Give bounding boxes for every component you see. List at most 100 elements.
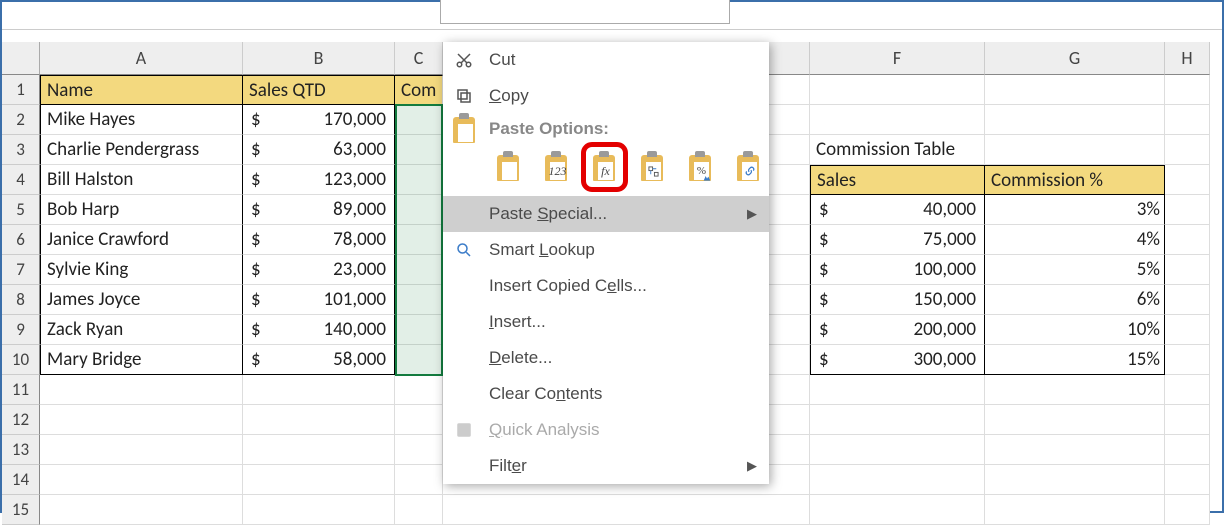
cell-B3[interactable]: $63,000 — [243, 135, 395, 165]
row-header-2[interactable]: 2 — [2, 105, 40, 135]
col-header-E-partial[interactable] — [769, 42, 810, 75]
cell-A10[interactable]: Mary Bridge — [40, 345, 243, 375]
cell-F15[interactable] — [810, 495, 985, 525]
cell-A15[interactable] — [40, 495, 243, 525]
cell-A13[interactable] — [40, 435, 243, 465]
menu-clear[interactable]: Clear Contents — [443, 376, 769, 412]
menu-cut[interactable]: Cut — [443, 42, 769, 78]
col-header-A[interactable]: A — [40, 42, 243, 75]
formula-bar[interactable] — [2, 2, 1222, 30]
cell-H9[interactable] — [1165, 315, 1210, 345]
cell-C11[interactable] — [395, 375, 443, 405]
cell-G5[interactable]: 3% — [985, 195, 1165, 225]
cell-H8[interactable] — [1165, 285, 1210, 315]
cell-C4[interactable] — [395, 165, 443, 195]
cell-A5[interactable]: Bob Harp — [40, 195, 243, 225]
menu-filter[interactable]: Filter ▶ — [443, 448, 769, 484]
cell-E11[interactable] — [769, 375, 810, 405]
cell-F7[interactable]: $100,000 — [810, 255, 985, 285]
cell-C13[interactable] — [395, 435, 443, 465]
cell-E10[interactable] — [769, 345, 810, 375]
cell-E8[interactable] — [769, 285, 810, 315]
formula-input[interactable] — [440, 0, 730, 24]
cell-H6[interactable] — [1165, 225, 1210, 255]
menu-insert-copied[interactable]: Insert Copied Cells... — [443, 268, 769, 304]
col-header-B[interactable]: B — [243, 42, 395, 75]
cell-E3[interactable] — [769, 135, 810, 165]
cell-B8[interactable]: $101,000 — [243, 285, 395, 315]
paste-transpose-button[interactable] — [633, 148, 671, 186]
cell-B13[interactable] — [243, 435, 395, 465]
row-header-9[interactable]: 9 — [2, 315, 40, 345]
cell-G13[interactable] — [985, 435, 1165, 465]
cell-A7[interactable]: Sylvie King — [40, 255, 243, 285]
cell-H13[interactable] — [1165, 435, 1210, 465]
cell-B4[interactable]: $123,000 — [243, 165, 395, 195]
menu-insert[interactable]: Insert... — [443, 304, 769, 340]
cell-B14[interactable] — [243, 465, 395, 495]
cell-A1[interactable]: Name — [40, 75, 243, 105]
col-header-H[interactable]: H — [1165, 42, 1210, 75]
row-header-4[interactable]: 4 — [2, 165, 40, 195]
cell-H1[interactable] — [1165, 75, 1210, 105]
cell-B5[interactable]: $89,000 — [243, 195, 395, 225]
cell-H5[interactable] — [1165, 195, 1210, 225]
cell-E6[interactable] — [769, 225, 810, 255]
cell-C14[interactable] — [395, 465, 443, 495]
cell-F9[interactable]: $200,000 — [810, 315, 985, 345]
cell-A8[interactable]: James Joyce — [40, 285, 243, 315]
row-header-8[interactable]: 8 — [2, 285, 40, 315]
cell-G6[interactable]: 4% — [985, 225, 1165, 255]
row-header-3[interactable]: 3 — [2, 135, 40, 165]
paste-link-button[interactable] — [729, 148, 767, 186]
row-header-11[interactable]: 11 — [2, 375, 40, 405]
cell-H2[interactable] — [1165, 105, 1210, 135]
cell-A3[interactable]: Charlie Pendergrass — [40, 135, 243, 165]
cell-F12[interactable] — [810, 405, 985, 435]
cell-H7[interactable] — [1165, 255, 1210, 285]
row-header-1[interactable]: 1 — [2, 75, 40, 105]
cell-F4[interactable]: Sales — [810, 165, 985, 195]
cell-H14[interactable] — [1165, 465, 1210, 495]
paste-formulas-button[interactable]: fx — [585, 148, 623, 186]
cell-H12[interactable] — [1165, 405, 1210, 435]
cell-H3[interactable] — [1165, 135, 1210, 165]
col-header-C-partial[interactable]: C — [395, 42, 443, 75]
cell-B1[interactable]: Sales QTD — [243, 75, 395, 105]
cell-C3[interactable] — [395, 135, 443, 165]
cell-A6[interactable]: Janice Crawford — [40, 225, 243, 255]
cell-E12[interactable] — [769, 405, 810, 435]
menu-copy[interactable]: Copy — [443, 78, 769, 114]
cell-H11[interactable] — [1165, 375, 1210, 405]
cell-B2[interactable]: $170,000 — [243, 105, 395, 135]
cell-G1[interactable] — [985, 75, 1165, 105]
cell-B15[interactable] — [243, 495, 395, 525]
row-header-5[interactable]: 5 — [2, 195, 40, 225]
cell-E1[interactable] — [769, 75, 810, 105]
cell-E5[interactable] — [769, 195, 810, 225]
row-header-6[interactable]: 6 — [2, 225, 40, 255]
cell-G9[interactable]: 10% — [985, 315, 1165, 345]
cell-H15[interactable] — [1165, 495, 1210, 525]
cell-F3[interactable]: Commission Table — [810, 135, 985, 165]
paste-values-button[interactable]: 123 — [537, 148, 575, 186]
select-all-corner[interactable] — [2, 42, 40, 75]
cell-F8[interactable]: $150,000 — [810, 285, 985, 315]
cell-C2[interactable] — [395, 105, 443, 135]
cell-G10[interactable]: 15% — [985, 345, 1165, 375]
cell-G7[interactable]: 5% — [985, 255, 1165, 285]
cell-G14[interactable] — [985, 465, 1165, 495]
cell-A11[interactable] — [40, 375, 243, 405]
cell-F1[interactable] — [810, 75, 985, 105]
cell-A14[interactable] — [40, 465, 243, 495]
cell-E14[interactable] — [769, 465, 810, 495]
cell-E13[interactable] — [769, 435, 810, 465]
cell-E4[interactable] — [769, 165, 810, 195]
paste-button[interactable] — [489, 148, 527, 186]
cell-F11[interactable] — [810, 375, 985, 405]
cell-G2[interactable] — [985, 105, 1165, 135]
cell-F6[interactable]: $75,000 — [810, 225, 985, 255]
cell-G15[interactable] — [985, 495, 1165, 525]
cell-E15[interactable] — [769, 495, 810, 525]
cell-C1[interactable]: Com — [395, 75, 443, 105]
